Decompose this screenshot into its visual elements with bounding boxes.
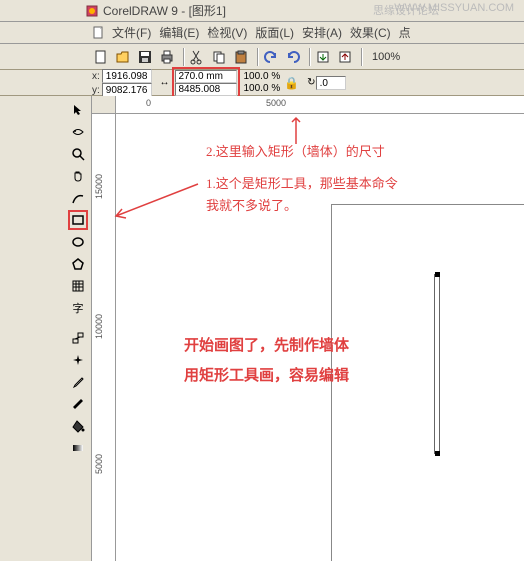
new-button[interactable] [92, 48, 110, 66]
menu-view[interactable]: 检视(V) [207, 24, 247, 41]
dimensions-highlight: 270.0 mm 8485.008 mm [172, 67, 240, 99]
save-button[interactable] [136, 48, 154, 66]
menu-edit[interactable]: 编辑(E) [159, 24, 199, 41]
export-button[interactable] [336, 48, 354, 66]
arrow-1 [108, 176, 208, 226]
width-value[interactable]: 270.0 mm [175, 70, 237, 83]
tick: 10000 [94, 314, 104, 339]
text-tool[interactable]: 字 [68, 298, 88, 318]
toolbox: 字 [0, 96, 92, 561]
grid-tool[interactable] [68, 276, 88, 296]
pick-tool[interactable] [68, 100, 88, 120]
size-icon: ↔ [160, 77, 170, 88]
main-toolbar: 100% [0, 44, 524, 70]
rotation-value[interactable]: .0 [316, 76, 346, 90]
effects-tool[interactable] [68, 350, 88, 370]
lock-icon[interactable]: 🔒 [284, 76, 299, 90]
wall-shape[interactable] [434, 274, 440, 454]
menu-effects[interactable]: 效果(C) [350, 24, 391, 41]
zoom-level[interactable]: 100% [372, 51, 400, 63]
work-area: 字 0 5000 15000 10000 5000 2.这里输入矩形（墙体）的尺… [0, 96, 524, 561]
handle-bottom[interactable] [435, 451, 440, 456]
polygon-tool[interactable] [68, 254, 88, 274]
ruler-corner [92, 96, 116, 114]
scale-h[interactable]: 100.0 [244, 83, 269, 94]
y-value[interactable]: 9082.176 [102, 83, 152, 97]
svg-text:字: 字 [73, 301, 84, 315]
shape-tool[interactable] [68, 122, 88, 142]
separator [183, 48, 185, 66]
menu-arrange[interactable]: 安排(A) [302, 24, 342, 41]
zoom-tool[interactable] [68, 144, 88, 164]
copy-button[interactable] [210, 48, 228, 66]
handle-top[interactable] [435, 272, 440, 277]
doc-icon [92, 26, 106, 40]
redo-button[interactable] [284, 48, 302, 66]
scale-w[interactable]: 100.0 [244, 71, 269, 82]
menu-layout[interactable]: 版面(L) [255, 24, 294, 41]
watermark-url: WWW.MISSYUAN.COM [394, 2, 514, 14]
import-button[interactable] [314, 48, 332, 66]
menu-bar: 文件(F) 编辑(E) 检视(V) 版面(L) 安排(A) 效果(C) 点 [0, 22, 524, 44]
annotation-main-2: 用矩形工具画，容易编辑 [184, 364, 349, 388]
annotation-1b: 我就不多说了。 [206, 196, 297, 217]
window-title: CorelDRAW 9 - [图形1] [103, 2, 226, 19]
separator [361, 48, 363, 66]
menu-file[interactable]: 文件(F) [112, 24, 151, 41]
app-icon [85, 4, 99, 18]
property-bar: x:1916.098 y:9082.176 ↔ 270.0 mm 8485.00… [0, 70, 524, 96]
rectangle-tool[interactable] [68, 210, 88, 230]
scale-group: 100.0 % 100.0 % [244, 71, 281, 95]
fill-tool[interactable] [68, 416, 88, 436]
drawing-page [331, 204, 524, 561]
tick: 0 [146, 98, 151, 108]
tick: 15000 [94, 174, 104, 199]
cut-button[interactable] [188, 48, 206, 66]
annotation-2: 2.这里输入矩形（墙体）的尺寸 [206, 142, 385, 163]
separator [309, 48, 311, 66]
rotate-icon: ↻ [307, 77, 315, 88]
blend-tool[interactable] [68, 328, 88, 348]
undo-button[interactable] [262, 48, 280, 66]
tick: 5000 [266, 98, 286, 108]
outline-tool[interactable] [68, 394, 88, 414]
menu-extra[interactable]: 点 [399, 24, 411, 41]
separator [257, 48, 259, 66]
print-button[interactable] [158, 48, 176, 66]
paste-button[interactable] [232, 48, 250, 66]
annotation-1: 1.这个是矩形工具，那些基本命令 [206, 174, 398, 195]
interactive-fill-tool[interactable] [68, 438, 88, 458]
x-value[interactable]: 1916.098 [102, 69, 152, 83]
canvas[interactable]: 2.这里输入矩形（墙体）的尺寸 1.这个是矩形工具，那些基本命令 我就不多说了。… [116, 114, 524, 561]
y-label: y: [92, 85, 100, 96]
tick: 5000 [94, 454, 104, 474]
position-group: x:1916.098 y:9082.176 [92, 69, 156, 97]
eyedropper-tool[interactable] [68, 372, 88, 392]
open-button[interactable] [114, 48, 132, 66]
canvas-area: 0 5000 15000 10000 5000 2.这里输入矩形（墙体）的尺寸 … [92, 96, 524, 561]
annotation-main-1: 开始画图了，先制作墙体 [184, 334, 349, 358]
ellipse-tool[interactable] [68, 232, 88, 252]
x-label: x: [92, 71, 100, 82]
hand-tool[interactable] [68, 166, 88, 186]
rotation-group: ↻ .0 [307, 76, 345, 90]
line-tool[interactable] [68, 188, 88, 208]
height-value[interactable]: 8485.008 mm [175, 83, 237, 96]
